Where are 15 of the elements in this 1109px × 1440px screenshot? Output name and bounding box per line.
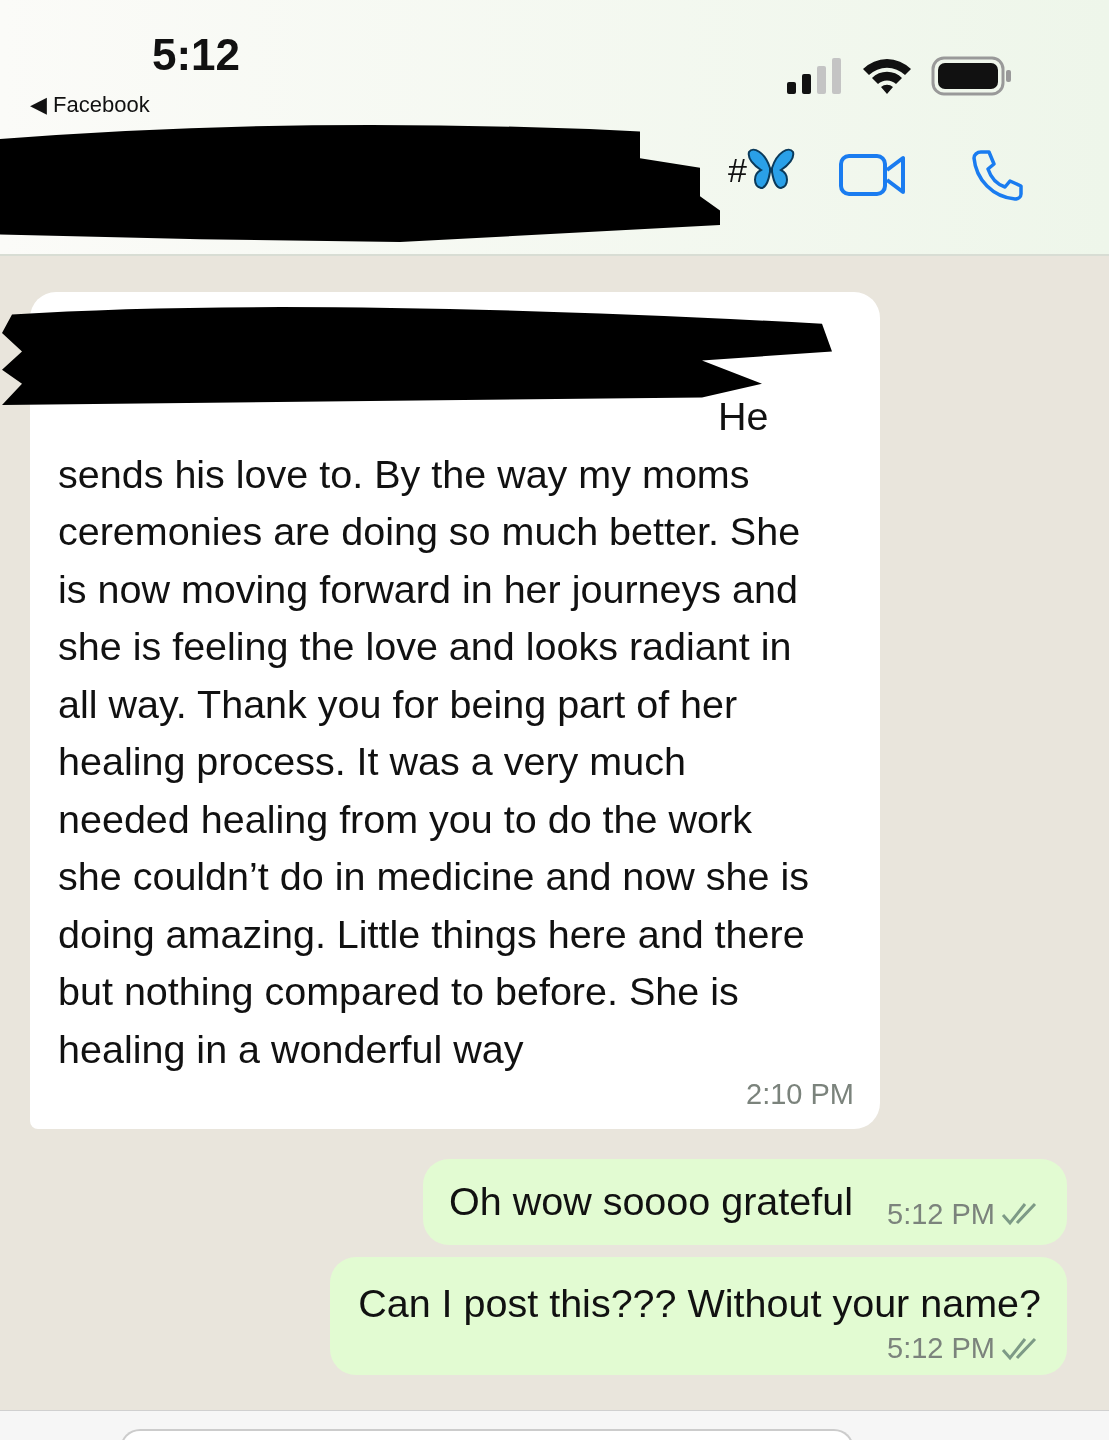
- signal-icon: [787, 58, 843, 94]
- phone-icon[interactable]: [971, 148, 1025, 202]
- video-call-icon[interactable]: [839, 152, 907, 198]
- contact-name[interactable]: #: [728, 150, 747, 190]
- butterfly-icon: [746, 148, 795, 192]
- message-time: 5:12 PM: [887, 1332, 995, 1365]
- battery-icon: [931, 56, 1013, 96]
- clock-time: 5:12: [152, 30, 241, 81]
- back-link[interactable]: ◀ Facebook: [30, 92, 150, 118]
- wifi-icon: [861, 57, 913, 95]
- message-text: He sends his love to. By the way my moms ceremonies are doing so much better. She is now moving forward in her journeys and she is feeling the love and looks radiant in all way. Thank you for being part of her healing process. It was a very much needed healing from you to do the work she couldn’t do in medicine and now she is doing amazing. Little things here and there but nothing compared to before. She is healing in a wonderful way: [58, 393, 810, 1073]
- message-time: 2:10 PM: [746, 1078, 854, 1111]
- message-text: Oh wow soooo grateful: [449, 1178, 853, 1225]
- message-text: Can I post this??? Without your name?: [358, 1279, 1041, 1327]
- message-time: 5:12 PM: [887, 1197, 995, 1231]
